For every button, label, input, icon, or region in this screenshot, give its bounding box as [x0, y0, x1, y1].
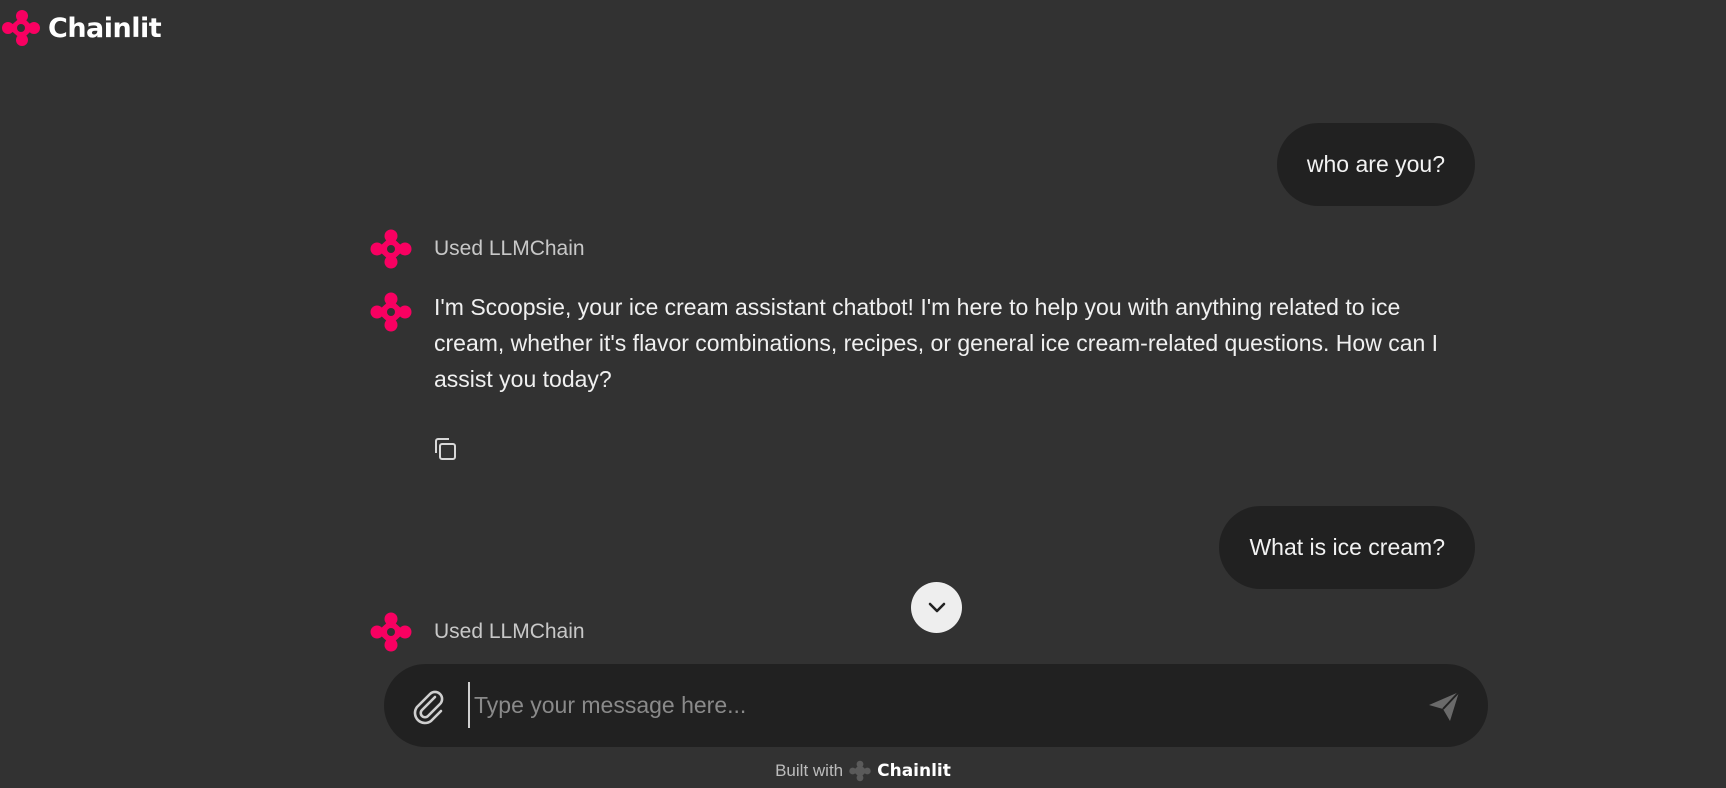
footer-built-with: Built with — [775, 761, 844, 780]
scroll-to-bottom-button[interactable] — [911, 582, 962, 633]
step-label[interactable]: Used LLMChain — [434, 237, 585, 261]
header: Chainlit — [0, 0, 162, 56]
chevron-down-icon — [928, 602, 945, 612]
assistant-message: I'm Scoopsie, your ice cream assistant c… — [370, 291, 1444, 397]
message-input[interactable] — [468, 682, 1368, 728]
footer: Built with Chainlit — [0, 760, 1726, 782]
chat-app: Chainlit who are you? Used LLMChain I'm … — [0, 0, 1726, 788]
chainlit-logo-icon — [2, 10, 40, 46]
message-composer — [384, 664, 1488, 747]
footer-brand-link[interactable]: Chainlit — [877, 761, 951, 781]
brand-name: Chainlit — [48, 12, 162, 44]
assistant-avatar-icon — [370, 292, 412, 332]
copy-icon[interactable] — [432, 436, 458, 462]
send-icon[interactable] — [1426, 688, 1462, 724]
user-message: who are you? — [1276, 123, 1475, 206]
assistant-message-text: I'm Scoopsie, your ice cream assistant c… — [434, 294, 1439, 392]
paperclip-icon[interactable] — [408, 686, 448, 726]
chainlit-logo-icon — [849, 760, 871, 782]
step-row: Used LLMChain — [370, 611, 585, 653]
assistant-avatar-icon — [370, 612, 412, 652]
step-row: Used LLMChain — [370, 228, 585, 270]
assistant-avatar-icon — [370, 229, 412, 269]
step-label[interactable]: Used LLMChain — [434, 620, 585, 644]
brand-logo[interactable]: Chainlit — [0, 8, 162, 48]
user-message: What is ice cream? — [1219, 506, 1475, 589]
